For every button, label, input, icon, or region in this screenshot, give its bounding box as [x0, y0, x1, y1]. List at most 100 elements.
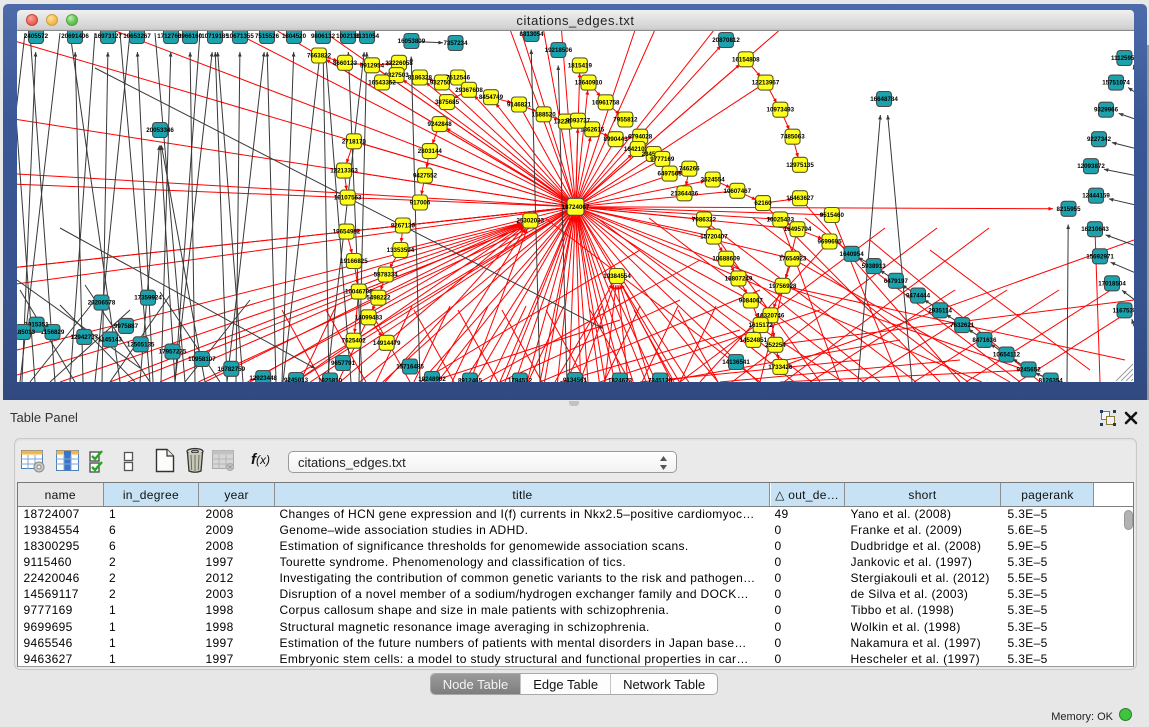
- svg-text:15716485: 15716485: [396, 364, 424, 371]
- svg-text:10607467: 10607467: [724, 188, 752, 195]
- svg-text:9245013: 9245013: [284, 377, 309, 382]
- svg-text:12505135: 12505135: [127, 341, 155, 348]
- svg-text:9134561: 9134561: [563, 377, 588, 382]
- svg-text:9474444: 9474444: [906, 293, 931, 300]
- svg-text:7345120: 7345120: [648, 378, 673, 383]
- svg-text:2405572: 2405572: [24, 33, 49, 40]
- svg-text:8471636: 8471636: [972, 337, 997, 344]
- svg-text:9146821: 9146821: [507, 102, 532, 109]
- svg-text:9227342: 9227342: [1087, 136, 1112, 143]
- svg-text:25302033: 25302033: [517, 218, 545, 225]
- svg-text:8813054: 8813054: [519, 31, 544, 38]
- svg-text:8990443: 8990443: [604, 136, 629, 143]
- svg-text:16543362: 16543362: [368, 79, 396, 86]
- svg-text:7663822: 7663822: [307, 53, 332, 60]
- svg-text:17359924: 17359924: [134, 295, 162, 302]
- svg-text:9699695: 9699695: [817, 239, 842, 246]
- svg-text:9093737: 9093737: [566, 118, 591, 125]
- svg-text:16463627: 16463627: [786, 195, 814, 202]
- svg-text:10719185: 10719185: [201, 33, 229, 40]
- svg-text:13353594: 13353594: [387, 247, 415, 254]
- svg-text:3912954: 3912954: [360, 62, 385, 69]
- svg-text:17957225: 17957225: [159, 349, 187, 356]
- svg-text:62160: 62160: [754, 200, 772, 207]
- svg-text:7625402: 7625402: [342, 338, 367, 345]
- svg-text:6966160: 6966160: [178, 33, 203, 40]
- svg-text:9427552: 9427552: [413, 173, 438, 180]
- svg-text:16053809: 16053809: [398, 38, 426, 45]
- svg-text:1640954: 1640954: [840, 251, 865, 258]
- svg-text:8131054: 8131054: [355, 33, 380, 40]
- svg-text:3624554: 3624554: [701, 177, 726, 184]
- svg-text:8454749: 8454749: [479, 94, 504, 101]
- svg-text:9657791: 9657791: [331, 360, 356, 367]
- svg-text:20206578: 20206578: [88, 300, 116, 307]
- svg-text:8215955: 8215955: [1056, 206, 1081, 213]
- svg-text:2935114: 2935114: [928, 307, 952, 314]
- svg-text:7986322: 7986322: [692, 216, 717, 223]
- svg-text:3875685: 3875685: [435, 99, 460, 106]
- svg-text:16961758: 16961758: [592, 99, 620, 106]
- svg-text:1804520: 1804520: [282, 33, 307, 40]
- svg-text:19756928: 19756928: [769, 283, 797, 290]
- svg-text:8186328: 8186328: [408, 75, 433, 82]
- svg-text:14099483: 14099483: [355, 314, 383, 321]
- svg-text:29367608: 29367608: [455, 87, 483, 94]
- svg-text:12942737: 12942737: [71, 334, 99, 341]
- svg-text:917006: 917006: [410, 200, 431, 207]
- svg-text:10671355: 10671355: [226, 33, 254, 40]
- svg-text:15720407: 15720407: [700, 234, 728, 241]
- svg-text:12444159: 12444159: [1082, 193, 1110, 200]
- svg-text:23226058: 23226058: [385, 60, 413, 67]
- svg-text:7955812: 7955812: [613, 117, 638, 124]
- svg-text:1588520: 1588520: [532, 111, 557, 118]
- svg-text:9084067: 9084067: [739, 298, 764, 305]
- svg-text:10654112: 10654112: [993, 352, 1021, 359]
- svg-text:12093872: 12093872: [1077, 163, 1105, 170]
- svg-text:16973127: 16973127: [94, 33, 122, 40]
- svg-text:12975135: 12975135: [786, 162, 814, 169]
- svg-text:1733426: 1733426: [768, 364, 793, 371]
- svg-text:5938913: 5938913: [862, 263, 887, 270]
- svg-text:7632621: 7632621: [950, 322, 975, 329]
- svg-text:12213967: 12213967: [752, 80, 780, 87]
- svg-text:21364436: 21364436: [671, 190, 699, 197]
- svg-text:20691406: 20691406: [61, 33, 89, 40]
- svg-text:2803144: 2803144: [418, 148, 443, 155]
- svg-text:9515460: 9515460: [820, 212, 845, 219]
- svg-text:17654923: 17654923: [779, 256, 807, 263]
- svg-text:19654982: 19654982: [333, 229, 361, 236]
- svg-text:7485063: 7485063: [781, 134, 806, 141]
- svg-text:16154808: 16154808: [732, 56, 760, 63]
- svg-text:5185013: 5185013: [17, 329, 36, 336]
- svg-text:16782759: 16782759: [218, 366, 246, 373]
- svg-text:1925810: 1925810: [318, 378, 343, 383]
- svg-text:14524851: 14524851: [740, 337, 768, 344]
- svg-text:746266: 746266: [679, 166, 700, 173]
- svg-text:7512546: 7512546: [446, 75, 471, 82]
- svg-text:1815419: 1815419: [568, 62, 593, 69]
- svg-text:7357234: 7357234: [443, 40, 468, 47]
- svg-text:6497568: 6497568: [658, 171, 683, 178]
- svg-text:18807249: 18807249: [725, 275, 753, 282]
- svg-text:1167534: 1167534: [1113, 307, 1134, 314]
- svg-text:5498222: 5498222: [366, 295, 391, 302]
- svg-text:8126354: 8126354: [1039, 378, 1064, 383]
- svg-text:18724007: 18724007: [562, 204, 590, 211]
- svg-text:14914479: 14914479: [373, 340, 401, 347]
- svg-text:10107563: 10107563: [334, 195, 362, 202]
- svg-text:15751074: 15751074: [1102, 80, 1130, 87]
- svg-text:19166825: 19166825: [340, 258, 368, 265]
- svg-text:10688609: 10688609: [712, 256, 740, 263]
- svg-text:9777169: 9777169: [650, 156, 675, 163]
- svg-text:2718170: 2718170: [342, 138, 367, 145]
- svg-text:15692971: 15692971: [1086, 253, 1114, 260]
- svg-text:10973493: 10973493: [767, 107, 795, 114]
- svg-text:6794028: 6794028: [628, 134, 653, 141]
- svg-text:252254: 252254: [765, 342, 786, 349]
- svg-text:9975887: 9975887: [114, 323, 139, 330]
- svg-text:19384554: 19384554: [603, 273, 631, 280]
- svg-text:6479197: 6479197: [884, 278, 909, 285]
- svg-text:8660123: 8660123: [333, 60, 358, 67]
- svg-text:1784512: 1784512: [508, 378, 533, 383]
